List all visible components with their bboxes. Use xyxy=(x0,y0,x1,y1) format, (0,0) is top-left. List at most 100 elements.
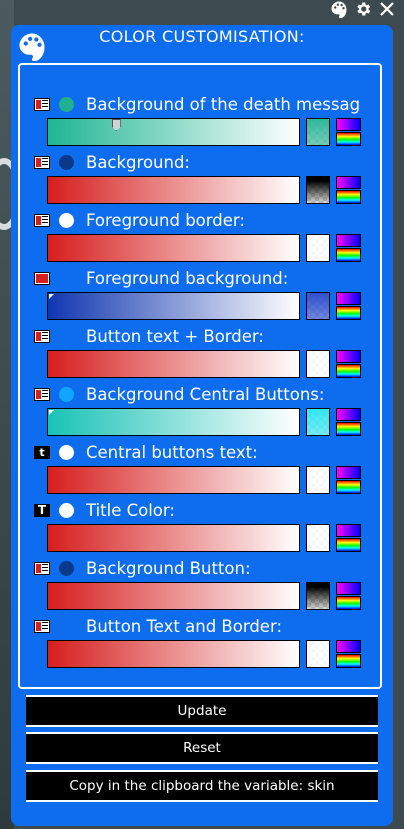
slider-thumb[interactable] xyxy=(293,545,298,550)
slider-thumb[interactable] xyxy=(293,371,298,376)
spectrum-strip[interactable] xyxy=(336,190,361,204)
slider-thumb[interactable] xyxy=(293,603,298,608)
spectrum-strip[interactable] xyxy=(336,596,361,610)
spectrum-strip[interactable] xyxy=(336,364,361,378)
top-toolbar xyxy=(330,0,396,22)
swatch-fill xyxy=(307,641,329,667)
swatch-fill xyxy=(307,409,329,435)
color-gradient-slider[interactable] xyxy=(47,466,300,494)
panel-title: COLOR CUSTOMISATION: xyxy=(99,27,305,46)
hue-strip[interactable] xyxy=(336,408,361,421)
spectrum-strip[interactable] xyxy=(336,306,361,320)
slider-thumb[interactable] xyxy=(293,197,298,202)
color-preview-swatch[interactable] xyxy=(306,524,330,552)
color-indicator-dot xyxy=(59,212,74,228)
color-preview-swatch[interactable] xyxy=(306,292,330,320)
element-type-icon xyxy=(34,329,50,343)
slider-thumb[interactable] xyxy=(49,294,54,299)
color-gradient-slider[interactable] xyxy=(47,640,300,668)
spectrum-strip[interactable] xyxy=(336,538,361,552)
color-customisation-panel: COLOR CUSTOMISATION: Background of the d… xyxy=(11,25,393,826)
color-gradient-slider[interactable] xyxy=(47,350,300,378)
color-indicator-dot xyxy=(59,560,74,576)
hue-strip[interactable] xyxy=(336,524,361,537)
spectrum-strip[interactable] xyxy=(336,480,361,494)
hue-picker[interactable] xyxy=(336,176,361,204)
color-setting-label: Button Text and Border: xyxy=(86,616,283,636)
color-indicator-dot xyxy=(59,96,74,112)
hue-picker[interactable] xyxy=(336,408,361,436)
color-setting-row: Background: xyxy=(30,151,372,209)
color-gradient-slider[interactable] xyxy=(47,408,300,436)
hue-strip[interactable] xyxy=(336,582,361,595)
element-type-icon xyxy=(34,213,50,227)
hue-picker[interactable] xyxy=(336,118,361,146)
color-preview-swatch[interactable] xyxy=(306,408,330,436)
row-header: Button Text and Border: xyxy=(30,615,372,637)
slider-thumb[interactable] xyxy=(293,661,298,666)
color-gradient-slider[interactable] xyxy=(47,118,300,146)
element-type-icon xyxy=(34,271,50,285)
color-setting-label: Background Button: xyxy=(86,558,251,578)
color-setting-row: Background Central Buttons: xyxy=(30,383,372,441)
color-gradient-slider[interactable] xyxy=(47,176,300,204)
color-gradient-slider[interactable] xyxy=(47,292,300,320)
color-setting-row: Background Button: xyxy=(30,557,372,615)
color-preview-swatch[interactable] xyxy=(306,466,330,494)
hue-strip[interactable] xyxy=(336,640,361,653)
hue-picker[interactable] xyxy=(336,524,361,552)
slider-thumb[interactable] xyxy=(49,410,54,415)
color-setting-row: Foreground border: xyxy=(30,209,372,267)
color-indicator-dot xyxy=(59,619,74,634)
color-setting-row: Button Text and Border: xyxy=(30,615,372,673)
copy-skin-button[interactable]: Copy in the clipboard the variable: skin xyxy=(26,770,378,802)
slider-thumb[interactable] xyxy=(293,487,298,492)
spectrum-strip[interactable] xyxy=(336,422,361,436)
hue-picker[interactable] xyxy=(336,640,361,668)
color-indicator-dot xyxy=(59,502,74,518)
color-preview-swatch[interactable] xyxy=(306,234,330,262)
color-gradient-slider[interactable] xyxy=(47,234,300,262)
color-gradient-slider[interactable] xyxy=(47,524,300,552)
row-header: Background Central Buttons: xyxy=(30,383,372,405)
element-type-icon xyxy=(34,561,50,575)
color-indicator-dot xyxy=(59,386,74,402)
slider-thumb[interactable] xyxy=(111,119,121,131)
color-preview-swatch[interactable] xyxy=(306,350,330,378)
close-icon[interactable] xyxy=(378,0,396,23)
hue-picker[interactable] xyxy=(336,466,361,494)
color-preview-swatch[interactable] xyxy=(306,640,330,668)
hue-strip[interactable] xyxy=(336,292,361,305)
hue-strip[interactable] xyxy=(336,234,361,247)
update-button[interactable]: Update xyxy=(26,695,378,727)
hue-picker[interactable] xyxy=(336,234,361,262)
swatch-fill xyxy=(307,293,329,319)
hue-strip[interactable] xyxy=(336,350,361,363)
hue-strip[interactable] xyxy=(336,466,361,479)
reset-button[interactable]: Reset xyxy=(26,732,378,764)
hue-picker[interactable] xyxy=(336,292,361,320)
slider-thumb[interactable] xyxy=(293,255,298,260)
hue-strip[interactable] xyxy=(336,118,361,131)
element-type-icon xyxy=(34,155,50,169)
palette-icon[interactable] xyxy=(330,0,348,23)
swatch-fill xyxy=(307,235,329,261)
gear-icon[interactable] xyxy=(354,0,372,23)
color-preview-swatch[interactable] xyxy=(306,582,330,610)
color-setting-row: Button text + Border: xyxy=(30,325,372,383)
color-gradient-slider[interactable] xyxy=(47,582,300,610)
swatch-fill xyxy=(307,583,329,609)
color-setting-label: Background: xyxy=(86,152,190,172)
spectrum-strip[interactable] xyxy=(336,132,361,146)
color-setting-row: Foreground background: xyxy=(30,267,372,325)
hue-picker[interactable] xyxy=(336,350,361,378)
color-setting-label: Foreground background: xyxy=(86,268,289,288)
hue-strip[interactable] xyxy=(336,176,361,189)
row-header: Background Button: xyxy=(30,557,372,579)
color-preview-swatch[interactable] xyxy=(306,176,330,204)
color-preview-swatch[interactable] xyxy=(306,118,330,146)
spectrum-strip[interactable] xyxy=(336,654,361,668)
hue-picker[interactable] xyxy=(336,582,361,610)
color-indicator-dot xyxy=(59,329,74,344)
spectrum-strip[interactable] xyxy=(336,248,361,262)
